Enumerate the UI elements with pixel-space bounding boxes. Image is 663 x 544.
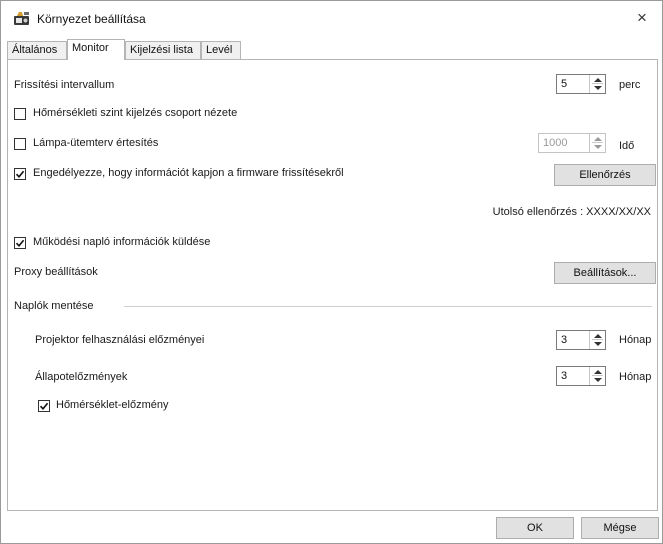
proxy-settings-button[interactable]: Beállítások... xyxy=(554,262,656,284)
cancel-button[interactable]: Mégse xyxy=(581,517,659,539)
send-log-checkbox[interactable] xyxy=(14,237,26,249)
status-history-spinner[interactable]: 3 xyxy=(556,366,606,386)
refresh-interval-value[interactable]: 5 xyxy=(561,78,567,90)
spinner-arrows-icon[interactable] xyxy=(589,331,605,349)
log-save-group-label: Naplók mentése xyxy=(14,300,94,312)
lamp-schedule-checkbox[interactable] xyxy=(14,138,26,150)
status-history-unit: Hónap xyxy=(619,371,652,383)
tab-mail[interactable]: Levél xyxy=(201,41,241,59)
tab-monitor[interactable]: Monitor xyxy=(67,39,125,60)
ok-button[interactable]: OK xyxy=(496,517,574,539)
spinner-arrows-icon[interactable] xyxy=(589,75,605,93)
checkmark-icon xyxy=(15,170,25,179)
lamp-schedule-unit: Idő xyxy=(619,140,635,152)
refresh-interval-spinner[interactable]: 5 xyxy=(556,74,606,94)
tab-general[interactable]: Általános xyxy=(7,41,67,59)
checkmark-icon xyxy=(15,239,25,248)
title-bar: Környezet beállítása × xyxy=(1,1,662,35)
send-log-label[interactable]: Működési napló információk küldése xyxy=(33,236,210,248)
monitor-panel: Frissítési intervallum 5 perc Hőmérsékle… xyxy=(7,59,658,511)
usage-history-unit: Hónap xyxy=(619,334,652,346)
spinner-arrows-icon[interactable] xyxy=(589,367,605,385)
window-title: Környezet beállítása xyxy=(37,12,146,26)
group-separator xyxy=(124,306,652,307)
temp-group-view-label[interactable]: Hőmérsékleti szint kijelzés csoport néze… xyxy=(33,107,237,119)
spinner-arrows-icon xyxy=(589,134,605,152)
settings-dialog: Környezet beállítása × Általános Monitor… xyxy=(0,0,663,544)
refresh-interval-label: Frissítési intervallum xyxy=(14,79,115,91)
status-history-label: Állapotelőzmények xyxy=(35,371,128,383)
temp-history-checkbox[interactable] xyxy=(38,400,50,412)
close-button[interactable]: × xyxy=(630,7,654,29)
lamp-schedule-label[interactable]: Lámpa-ütemterv értesítés xyxy=(33,137,158,149)
refresh-interval-unit: perc xyxy=(619,79,641,91)
projector-settings-icon xyxy=(13,11,31,26)
lamp-schedule-value: 1000 xyxy=(543,137,568,149)
usage-history-value[interactable]: 3 xyxy=(561,334,567,346)
proxy-label: Proxy beállítások xyxy=(14,266,98,278)
lamp-schedule-spinner: 1000 xyxy=(538,133,606,153)
status-history-value[interactable]: 3 xyxy=(561,370,567,382)
tab-display-list[interactable]: Kijelzési lista xyxy=(125,41,201,59)
temp-group-view-checkbox[interactable] xyxy=(14,108,26,120)
check-now-button[interactable]: Ellenőrzés xyxy=(554,164,656,186)
firmware-updates-checkbox[interactable] xyxy=(14,168,26,180)
temp-history-label[interactable]: Hőmérséklet-előzmény xyxy=(56,399,168,411)
firmware-updates-label[interactable]: Engedélyezze, hogy információt kapjon a … xyxy=(33,167,344,179)
checkmark-icon xyxy=(39,402,49,411)
last-check-text: Utolsó ellenőrzés : XXXX/XX/XX xyxy=(492,206,651,218)
usage-history-label: Projektor felhasználási előzményei xyxy=(35,334,205,346)
usage-history-spinner[interactable]: 3 xyxy=(556,330,606,350)
